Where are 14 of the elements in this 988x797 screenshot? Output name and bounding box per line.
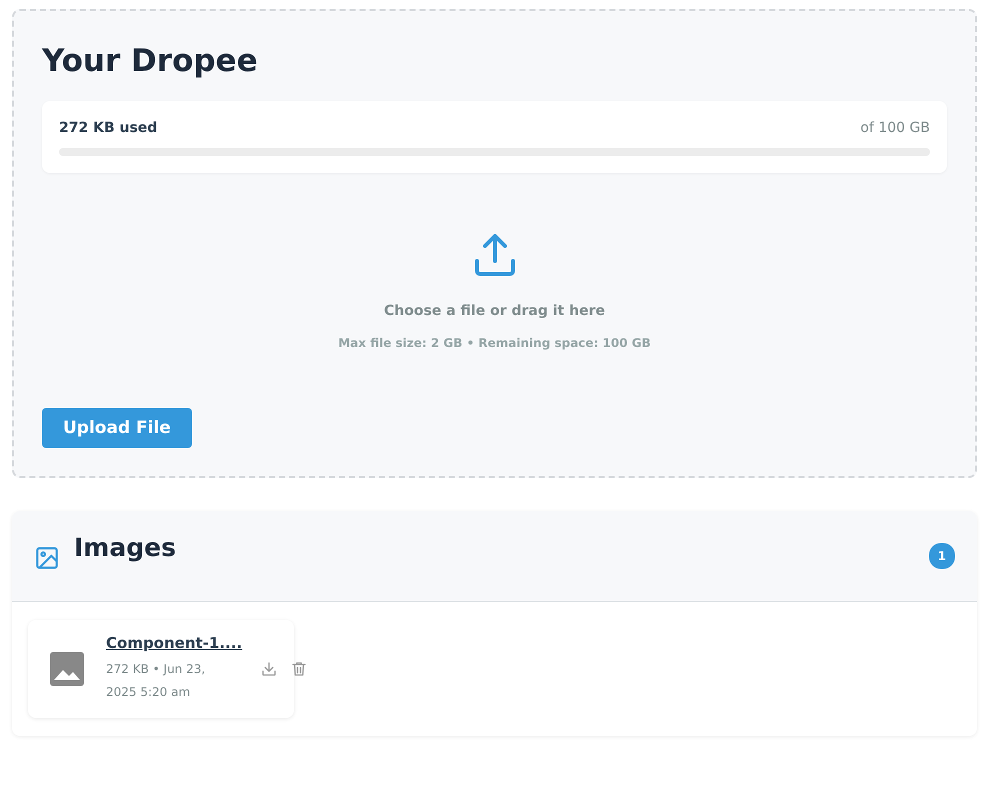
file-name-link[interactable]: Component-1.... — [106, 634, 242, 654]
image-icon — [34, 545, 60, 571]
storage-total: of 100 GB — [860, 120, 930, 136]
dropzone-prompt: Choose a file or drag it here — [384, 303, 605, 319]
upload-dropzone[interactable]: Your Dropee 272 KB used of 100 GB Choose a file or drag it here Max file size: 2 GB • Remaining space: 100 GB Upload File — [12, 9, 977, 478]
page-title: Your Dropee — [42, 43, 259, 79]
storage-used: 272 KB used — [59, 120, 158, 136]
download-icon[interactable] — [260, 660, 278, 678]
dropzone-limits: Max file size: 2 GB • Remaining space: 100 GB — [338, 336, 651, 350]
image-file-icon — [50, 652, 84, 686]
trash-icon[interactable] — [290, 660, 308, 678]
file-meta: 272 KB • Jun 23, 2025 5:20 am — [106, 660, 206, 700]
section-title: Images — [74, 533, 177, 562]
count-badge: 1 — [928, 543, 955, 569]
